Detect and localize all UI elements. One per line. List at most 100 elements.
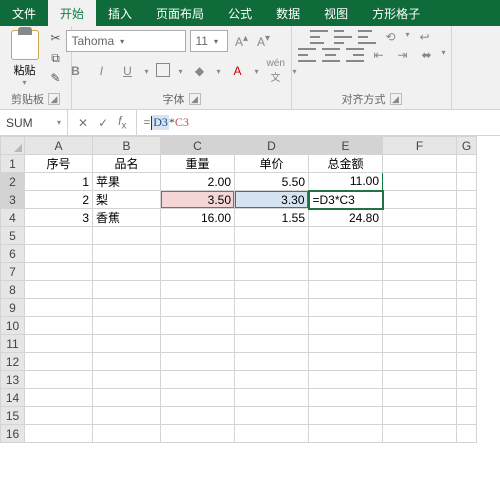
cell-d3[interactable]: 3.30 xyxy=(235,191,309,209)
group-font: Tahoma▾ 11▾ A▴ A▾ B I U ▾ ▾ ◆▾ A▾ wén 文▾… xyxy=(72,26,292,109)
fx-icon[interactable]: fx xyxy=(118,114,126,131)
row-header[interactable]: 3 xyxy=(1,191,25,209)
row-header[interactable]: 15 xyxy=(1,407,25,425)
col-header[interactable]: A xyxy=(25,137,93,155)
grow-font-icon[interactable]: A▴ xyxy=(232,33,250,49)
cut-icon[interactable]: ✂ xyxy=(47,30,65,46)
cell[interactable] xyxy=(383,155,457,173)
cell[interactable] xyxy=(383,191,457,209)
cell[interactable]: 1.55 xyxy=(235,209,309,227)
row-header[interactable]: 5 xyxy=(1,227,25,245)
align-top-icon[interactable] xyxy=(310,30,328,44)
tab-file[interactable]: 文件 xyxy=(0,0,48,26)
cell[interactable]: 香蕉 xyxy=(93,209,161,227)
cell[interactable] xyxy=(457,209,477,227)
row-header[interactable]: 13 xyxy=(1,371,25,389)
cell[interactable]: 重量 xyxy=(161,155,235,173)
worksheet[interactable]: A B C D E F G 1 序号 品名 重量 单价 总金额 2 1 苹果 2… xyxy=(0,136,500,443)
borders-icon[interactable] xyxy=(156,63,170,80)
cell[interactable]: 2 xyxy=(25,191,93,209)
enter-icon[interactable]: ✓ xyxy=(98,116,108,130)
indent-increase-icon[interactable]: ⇥ xyxy=(394,48,412,62)
cell[interactable] xyxy=(457,155,477,173)
bold-button[interactable]: B xyxy=(66,64,84,78)
select-all-corner[interactable] xyxy=(1,137,25,155)
col-header[interactable]: D xyxy=(235,137,309,155)
cell[interactable] xyxy=(383,173,457,191)
italic-button[interactable]: I xyxy=(92,64,110,78)
cell[interactable]: 序号 xyxy=(25,155,93,173)
cell[interactable] xyxy=(383,209,457,227)
chevron-down-icon[interactable]: ▾ xyxy=(22,78,26,87)
merge-icon[interactable]: ⬌ xyxy=(418,48,436,62)
cell-c3[interactable]: 3.50 xyxy=(161,191,235,209)
cell[interactable]: 24.80 xyxy=(309,209,383,227)
cell-e3-editing[interactable]: =D3*C3 xyxy=(309,191,383,209)
row-header[interactable]: 10 xyxy=(1,317,25,335)
cell[interactable]: 单价 xyxy=(235,155,309,173)
cell[interactable]: 1 xyxy=(25,173,93,191)
col-header[interactable]: C xyxy=(161,137,235,155)
cell[interactable]: 3 xyxy=(25,209,93,227)
paste-button[interactable]: 粘贴 ▾ xyxy=(7,30,43,87)
cell[interactable] xyxy=(457,173,477,191)
font-size-combo[interactable]: 11▾ xyxy=(190,30,228,52)
cell[interactable]: 总金额 xyxy=(309,155,383,173)
row-header[interactable]: 1 xyxy=(1,155,25,173)
dialog-launcher-icon[interactable]: ◢ xyxy=(48,93,60,105)
col-header[interactable]: G xyxy=(457,137,477,155)
font-color-icon[interactable]: A xyxy=(229,64,247,78)
tab-home[interactable]: 开始 xyxy=(48,0,96,26)
underline-button[interactable]: U xyxy=(118,64,136,78)
align-left-icon[interactable] xyxy=(298,48,316,62)
row-header[interactable]: 6 xyxy=(1,245,25,263)
shrink-font-icon[interactable]: A▾ xyxy=(254,33,272,49)
row-header[interactable]: 8 xyxy=(1,281,25,299)
font-name-combo[interactable]: Tahoma▾ xyxy=(66,30,186,52)
col-header[interactable]: F xyxy=(383,137,457,155)
cell[interactable]: 16.00 xyxy=(161,209,235,227)
tab-formula[interactable]: 公式 xyxy=(216,0,264,26)
cell[interactable]: 苹果 xyxy=(93,173,161,191)
row-header[interactable]: 11 xyxy=(1,335,25,353)
cell-e2[interactable]: 11.00 xyxy=(309,173,383,191)
cell[interactable]: 梨 xyxy=(93,191,161,209)
tab-addon[interactable]: 方形格子 xyxy=(360,0,432,26)
tab-data[interactable]: 数据 xyxy=(264,0,312,26)
tab-layout[interactable]: 页面布局 xyxy=(144,0,216,26)
row-header[interactable]: 14 xyxy=(1,389,25,407)
cancel-icon[interactable]: ✕ xyxy=(78,116,88,130)
cell[interactable]: 5.50 xyxy=(235,173,309,191)
wrap-text-icon[interactable]: ↩ xyxy=(416,30,434,44)
name-box[interactable]: SUM▾ xyxy=(0,110,68,135)
indent-decrease-icon[interactable]: ⇤ xyxy=(370,48,388,62)
row-header[interactable]: 4 xyxy=(1,209,25,227)
dialog-launcher-icon[interactable]: ◢ xyxy=(390,93,402,105)
align-center-icon[interactable] xyxy=(322,48,340,62)
align-bottom-icon[interactable] xyxy=(358,30,376,44)
grid[interactable]: A B C D E F G 1 序号 品名 重量 单价 总金额 2 1 苹果 2… xyxy=(0,136,477,443)
row-header[interactable]: 2 xyxy=(1,173,25,191)
group-label-clipboard: 剪贴板 xyxy=(11,91,44,107)
cell[interactable] xyxy=(25,227,93,245)
dialog-launcher-icon[interactable]: ◢ xyxy=(189,93,201,105)
cell[interactable]: 品名 xyxy=(93,155,161,173)
row-header[interactable]: 16 xyxy=(1,425,25,443)
cell[interactable] xyxy=(457,191,477,209)
tab-view[interactable]: 视图 xyxy=(312,0,360,26)
copy-icon[interactable]: ⧉ xyxy=(47,50,65,66)
cell[interactable]: 2.00 xyxy=(161,173,235,191)
fill-color-icon[interactable]: ◆ xyxy=(191,64,209,78)
row-header[interactable]: 9 xyxy=(1,299,25,317)
tab-insert[interactable]: 插入 xyxy=(96,0,144,26)
align-right-icon[interactable] xyxy=(346,48,364,62)
formula-input[interactable]: =D3*C3 xyxy=(137,110,500,135)
align-middle-icon[interactable] xyxy=(334,30,352,44)
format-painter-icon[interactable]: ✎ xyxy=(47,70,65,86)
col-header[interactable]: E xyxy=(309,137,383,155)
orientation-icon[interactable]: ⟲ xyxy=(382,30,400,44)
row-header[interactable]: 7 xyxy=(1,263,25,281)
phonetic-icon[interactable]: wén 文 xyxy=(267,58,285,84)
row-header[interactable]: 12 xyxy=(1,353,25,371)
col-header[interactable]: B xyxy=(93,137,161,155)
